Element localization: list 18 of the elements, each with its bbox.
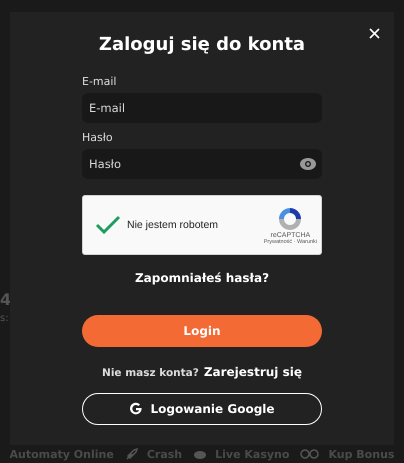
eye-icon[interactable]	[300, 158, 316, 170]
background-text: 4	[0, 290, 12, 309]
forgot-password-link[interactable]: Zapomniałeś hasła?	[134, 271, 270, 285]
register-prompt: Nie masz konta?	[102, 367, 199, 379]
google-g-icon	[129, 402, 144, 416]
login-button[interactable]: Login	[82, 315, 322, 347]
recaptcha-logo-icon	[277, 206, 304, 232]
field-label: Hasło	[82, 131, 114, 144]
field-label: E-mail	[82, 75, 118, 88]
captcha-label: Nie jestem robotem	[127, 219, 218, 231]
close-icon[interactable]	[369, 28, 380, 39]
dialog-title: Zaloguj się do konta	[98, 34, 306, 55]
password-field[interactable]: Hasło	[82, 149, 322, 179]
email-field[interactable]: E-mail	[82, 93, 322, 123]
register-link[interactable]: Zarejestruj się	[204, 365, 302, 379]
google-login-button[interactable]: Logowanie Google	[82, 393, 322, 425]
checkbox[interactable]	[95, 214, 121, 236]
background-text: s:	[0, 313, 10, 324]
